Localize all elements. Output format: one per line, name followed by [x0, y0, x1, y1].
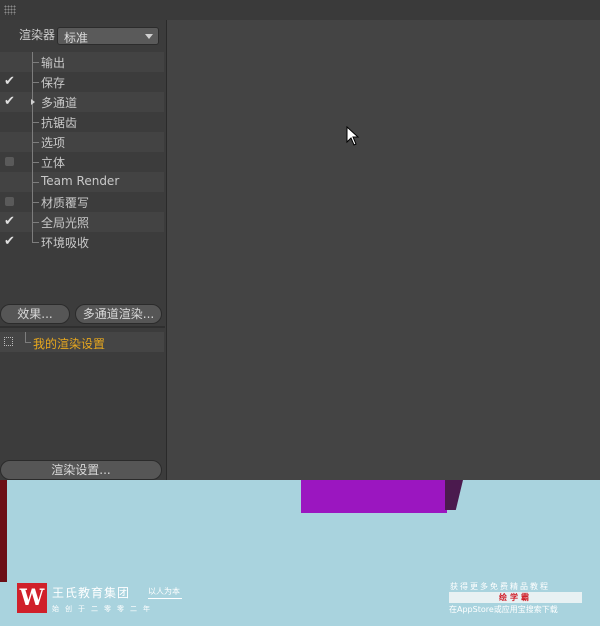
promo-headline: 获得更多免费精品教程 — [450, 582, 550, 591]
checkmark-icon[interactable]: ✔ — [4, 235, 16, 249]
render-settings-button[interactable]: 渲染设置... — [0, 460, 162, 480]
expand-arrow-icon[interactable] — [31, 99, 35, 105]
toolbar — [0, 0, 600, 21]
tree-item-output[interactable]: 输出 — [0, 52, 164, 72]
tree-item-label: Team Render — [41, 174, 120, 188]
tree-item-multipass[interactable]: ✔ 多通道 — [0, 92, 164, 112]
tree-branch — [32, 242, 39, 243]
renderer-row: 渲染器 标准 — [0, 24, 166, 45]
tree-item-label: 立体 — [41, 156, 66, 170]
settings-tree: 输出 ✔ 保存 ✔ 多通道 抗锯齿 选项 立体 Team Render 材质覆写… — [0, 52, 164, 252]
panel-grip-icon[interactable] — [4, 5, 16, 15]
checkmark-icon[interactable]: ✔ — [4, 215, 16, 229]
tree-branch — [32, 142, 39, 143]
logo-letter: W — [19, 585, 45, 611]
tree-item-save[interactable]: ✔ 保存 — [0, 72, 164, 92]
target-icon — [4, 337, 13, 346]
tree-branch — [25, 342, 31, 343]
checkbox-empty-icon[interactable] — [5, 157, 14, 166]
tree-item-label: 环境吸收 — [41, 236, 90, 250]
tree-item-global-illumination[interactable]: ✔ 全局光照 — [0, 212, 164, 232]
watermark-slogan: 始创于二零零二年 — [52, 605, 156, 613]
tree-branch — [32, 222, 39, 223]
checkbox-empty-icon[interactable] — [5, 197, 14, 206]
watermark-motto: 以人为本 — [148, 587, 180, 596]
renderer-value: 标准 — [64, 31, 89, 45]
tree-item-team-render[interactable]: Team Render — [0, 172, 164, 192]
settings-content-area — [167, 20, 600, 480]
chevron-down-icon — [145, 34, 153, 39]
purple-box-object — [301, 480, 447, 513]
watermark-divider — [148, 598, 182, 599]
tree-branch — [32, 162, 39, 163]
tree-item-stereo[interactable]: 立体 — [0, 152, 164, 172]
effects-button[interactable]: 效果... — [0, 304, 70, 324]
tree-item-options[interactable]: 选项 — [0, 132, 164, 152]
tree-item-material-override[interactable]: 材质覆写 — [0, 192, 164, 212]
tree-branch — [32, 202, 39, 203]
3d-viewport[interactable]: W 王氏教育集团 以人为本 始创于二零零二年 获得更多免费精品教程 绘学霸 在A… — [0, 480, 600, 626]
tree-branch — [32, 82, 39, 83]
dark-red-object — [0, 480, 7, 582]
mouse-cursor-icon — [346, 126, 360, 146]
wang-logo: W — [17, 583, 47, 613]
tree-item-label: 保存 — [41, 76, 66, 90]
tree-item-label: 输出 — [41, 56, 66, 70]
promo-download-text: 在AppStore或应用宝搜索下载 — [449, 605, 558, 614]
tree-branch — [32, 62, 39, 63]
watermark-brand-name: 王氏教育集团 — [52, 586, 131, 600]
tree-branch — [32, 182, 39, 183]
multipass-render-button[interactable]: 多通道渲染... — [75, 304, 162, 324]
tree-item-label: 材质覆写 — [41, 196, 90, 210]
render-setting-item[interactable]: 我的渲染设置 — [0, 332, 164, 352]
renderer-select[interactable]: 标准 — [57, 27, 159, 45]
tree-item-label: 抗锯齿 — [41, 116, 78, 130]
render-setting-name: 我的渲染设置 — [33, 337, 106, 351]
checkmark-icon[interactable]: ✔ — [4, 75, 16, 89]
tree-item-label: 全局光照 — [41, 216, 90, 230]
checkmark-icon[interactable]: ✔ — [4, 95, 16, 109]
tree-branch — [32, 122, 39, 123]
tree-item-label: 选项 — [41, 136, 66, 150]
renderer-label: 渲染器 — [19, 28, 56, 42]
panel-divider[interactable] — [0, 326, 165, 328]
tree-item-antialiasing[interactable]: 抗锯齿 — [0, 112, 164, 132]
box-shadow — [445, 480, 463, 510]
tree-item-label: 多通道 — [41, 96, 78, 110]
tree-item-ambient-occlusion[interactable]: ✔ 环境吸收 — [0, 232, 164, 252]
promo-app-name: 绘学霸 — [449, 592, 582, 603]
tree-branch — [25, 332, 26, 342]
